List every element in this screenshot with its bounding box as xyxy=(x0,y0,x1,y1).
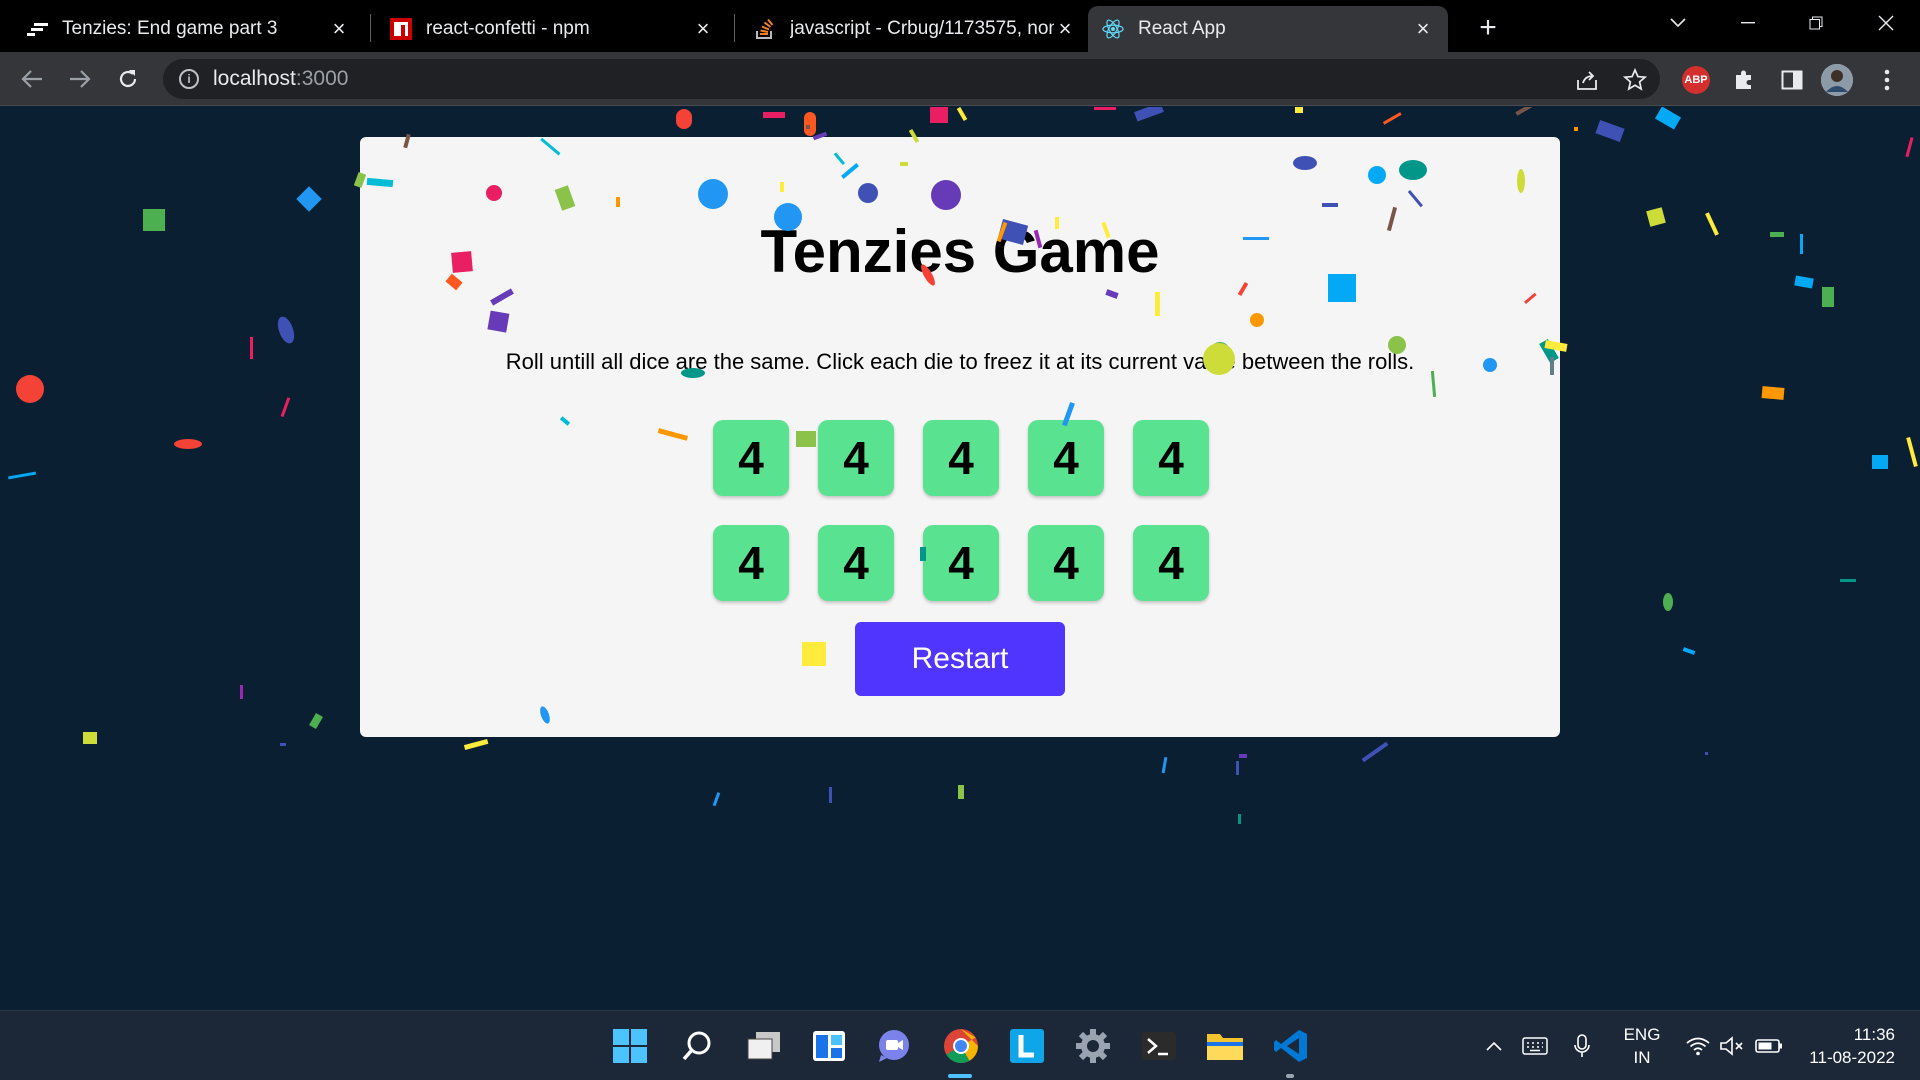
page-viewport: Tenzies Game Roll untill all dice are th… xyxy=(0,107,1920,1010)
reload-icon[interactable] xyxy=(110,61,146,97)
chrome-menu-icon[interactable] xyxy=(1872,65,1902,95)
clock-date: 11-08-2022 xyxy=(1809,1048,1895,1067)
die[interactable]: 4 xyxy=(1133,525,1209,601)
page-title: Tenzies Game xyxy=(760,218,1160,285)
die[interactable]: 4 xyxy=(713,525,789,601)
teams-chat-icon[interactable] xyxy=(873,1025,915,1067)
die[interactable]: 4 xyxy=(818,525,894,601)
npm-icon xyxy=(390,18,412,40)
search-icon[interactable] xyxy=(676,1025,718,1067)
keyboard-icon[interactable] xyxy=(1520,1011,1550,1080)
system-clock[interactable]: 11:36 11-08-2022 xyxy=(1795,1023,1895,1069)
die[interactable]: 4 xyxy=(713,420,789,496)
instructions-text: Roll untill all dice are the same. Click… xyxy=(505,349,1415,374)
l-app-icon[interactable] xyxy=(1006,1025,1048,1067)
chrome-icon[interactable] xyxy=(940,1025,982,1067)
address-bar[interactable]: i localhost:3000 xyxy=(163,59,1660,99)
browser-tab-2[interactable]: javascript - Crbug/1173575, non- × xyxy=(740,6,1090,52)
vscode-icon[interactable] xyxy=(1270,1025,1312,1067)
settings-icon[interactable] xyxy=(1072,1025,1114,1067)
close-tab-icon[interactable]: × xyxy=(1412,16,1434,41)
tab-separator xyxy=(370,14,371,42)
stackoverflow-icon xyxy=(754,18,776,40)
widgets-icon[interactable] xyxy=(808,1025,850,1067)
share-icon[interactable] xyxy=(1572,65,1602,95)
die[interactable]: 4 xyxy=(818,420,894,496)
close-tab-icon[interactable]: × xyxy=(692,16,714,41)
minimize-icon[interactable] xyxy=(1724,6,1772,40)
browser-tab-3[interactable]: React App × xyxy=(1088,6,1448,52)
bookmark-star-icon[interactable] xyxy=(1620,65,1650,95)
close-window-icon[interactable] xyxy=(1862,6,1910,40)
terminal-icon[interactable] xyxy=(1138,1025,1180,1067)
site-info-icon[interactable]: i xyxy=(179,69,199,89)
speaker-muted-icon[interactable] xyxy=(1718,1011,1746,1080)
language-code: ENG xyxy=(1623,1025,1661,1044)
close-tab-icon[interactable]: × xyxy=(1054,16,1076,41)
scrimba-icon xyxy=(26,18,48,40)
forward-icon[interactable] xyxy=(62,61,98,97)
browser-tab-strip: Tenzies: End game part 3 × react-confett… xyxy=(0,0,1920,52)
file-explorer-icon[interactable] xyxy=(1204,1025,1246,1067)
profile-avatar[interactable] xyxy=(1821,64,1853,96)
running-app-indicator xyxy=(1286,1074,1294,1078)
browser-toolbar: i localhost:3000 ABP xyxy=(0,52,1920,106)
wifi-icon[interactable] xyxy=(1685,1011,1711,1080)
browser-tab-0[interactable]: Tenzies: End game part 3 × xyxy=(12,6,364,52)
back-icon[interactable] xyxy=(14,61,50,97)
dice-grid: 4 4 4 4 4 4 4 4 4 4 xyxy=(713,420,1213,601)
side-panel-icon[interactable] xyxy=(1777,65,1807,95)
url-host: localhost xyxy=(213,67,296,90)
restore-icon[interactable] xyxy=(1792,6,1840,40)
browser-tab-1[interactable]: react-confetti - npm × xyxy=(376,6,728,52)
react-icon xyxy=(1102,18,1124,40)
microphone-icon[interactable] xyxy=(1570,1011,1594,1080)
clock-time: 11:36 xyxy=(1853,1025,1895,1044)
die[interactable]: 4 xyxy=(1028,420,1104,496)
windows-start-icon[interactable] xyxy=(609,1025,651,1067)
tab-label: javascript - Crbug/1173575, non- xyxy=(790,18,1054,39)
die[interactable]: 4 xyxy=(923,420,999,496)
active-app-indicator xyxy=(948,1074,972,1078)
tab-separator xyxy=(734,14,735,42)
die[interactable]: 4 xyxy=(1028,525,1104,601)
adblock-plus-icon[interactable]: ABP xyxy=(1681,65,1711,95)
task-view-icon[interactable] xyxy=(743,1025,785,1067)
input-language[interactable]: ENG IN xyxy=(1620,1023,1664,1069)
show-hidden-icons-chevron-icon[interactable] xyxy=(1484,1011,1504,1080)
region-code: IN xyxy=(1633,1048,1651,1067)
close-tab-icon[interactable]: × xyxy=(328,16,350,41)
die[interactable]: 4 xyxy=(1133,420,1209,496)
tab-label: React App xyxy=(1138,18,1226,39)
tab-search-chevron-icon[interactable] xyxy=(1654,6,1702,40)
die[interactable]: 4 xyxy=(923,525,999,601)
game-card: Tenzies Game Roll untill all dice are th… xyxy=(360,137,1560,737)
restart-button[interactable]: Restart xyxy=(855,622,1065,696)
tab-label: Tenzies: End game part 3 xyxy=(62,18,278,39)
url-port: :3000 xyxy=(295,67,349,90)
battery-icon[interactable] xyxy=(1754,1011,1784,1080)
extensions-puzzle-icon[interactable] xyxy=(1729,65,1759,95)
tab-label: react-confetti - npm xyxy=(426,18,590,39)
new-tab-button[interactable]: + xyxy=(1468,10,1508,46)
taskbar: ENG IN 11:36 11-08-2022 xyxy=(0,1010,1920,1080)
